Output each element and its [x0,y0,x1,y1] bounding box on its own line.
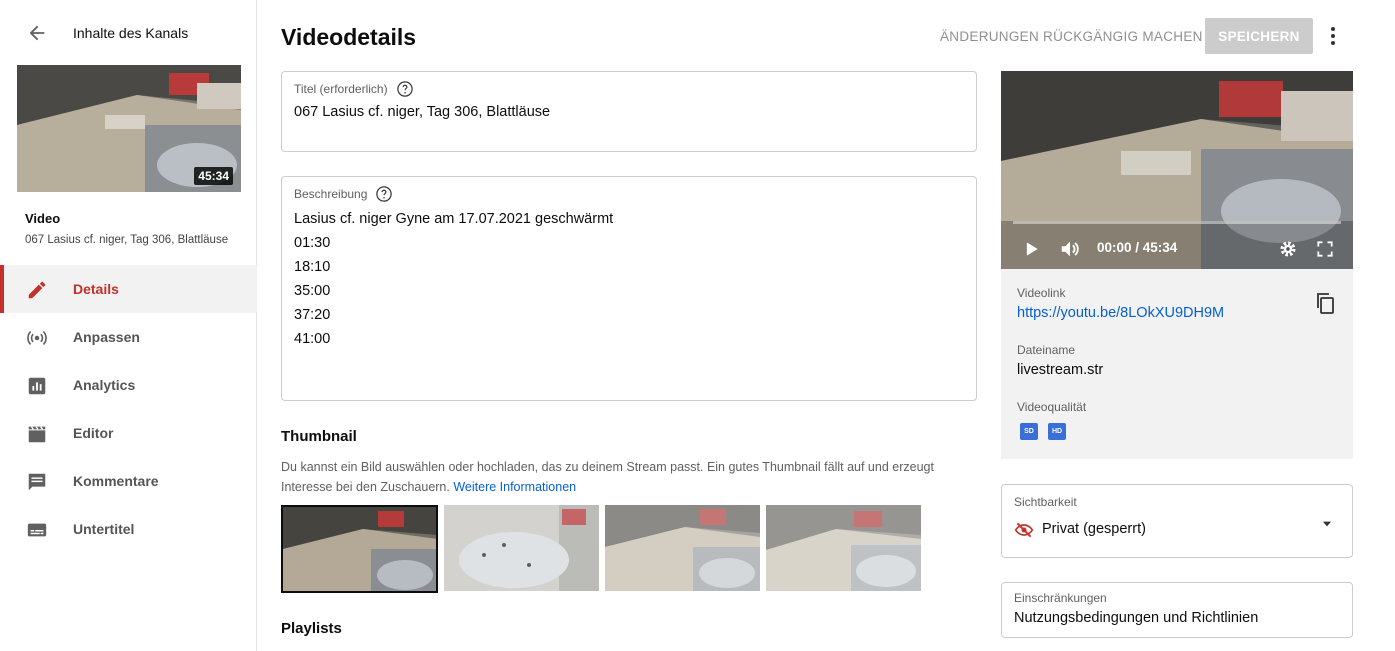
sidebar-nav: Details Anpassen Analytics Editor Kommen… [0,265,257,553]
copy-icon[interactable] [1313,291,1337,315]
sidebar-item-untertitel[interactable]: Untertitel [0,505,257,553]
description-text[interactable]: Lasius cf. niger Gyne am 17.07.2021 gesc… [294,207,613,351]
sidebar: Inhalte des Kanals 45:34 Video 067 Lasiu… [0,0,257,651]
sidebar-item-editor[interactable]: Editor [0,409,257,457]
help-icon[interactable] [375,185,393,203]
description-field[interactable]: Beschreibung Lasius cf. niger Gyne am 17… [281,176,977,401]
quality-label: Videoqualität [1017,400,1087,414]
video-label: Video [25,211,61,226]
comment-icon [28,473,46,491]
title-value[interactable]: 067 Lasius cf. niger, Tag 306, Blattläus… [294,104,550,120]
sidebar-item-anpassen[interactable]: Anpassen [0,313,257,361]
playlists-heading: Playlists [281,620,342,637]
thumbnail-option[interactable] [281,505,438,593]
sd-badge: SD [1020,423,1038,440]
video-link[interactable]: https://youtu.be/8LOkXU9DH9M [1017,305,1224,321]
thumbnail-options [281,505,921,593]
sidebar-item-label: Analytics [73,377,136,393]
restrictions-field[interactable]: Einschränkungen Nutzungsbedingungen und … [1001,582,1353,638]
thumbnail-option[interactable] [444,505,599,592]
more-options-icon[interactable] [1321,24,1345,48]
play-icon[interactable] [1021,239,1041,259]
video-thumbnail[interactable]: 45:34 [17,65,241,192]
sidebar-item-label: Details [73,281,119,297]
thumbnail-image [605,505,760,591]
title-field[interactable]: Titel (erforderlich) 067 Lasius cf. nige… [281,71,977,152]
visibility-label: Sichtbarkeit [1014,495,1077,509]
undo-changes-button[interactable]: ÄNDERUNGEN RÜCKGÄNGIG MACHEN [932,20,1211,52]
sidebar-item-label: Anpassen [73,329,140,345]
fullscreen-icon[interactable] [1315,239,1335,259]
video-title: 067 Lasius cf. niger, Tag 306, Blattläus… [25,234,229,246]
title-field-label: Titel (erforderlich) [294,80,414,98]
description-line: Lasius cf. niger Gyne am 17.07.2021 gesc… [294,211,614,227]
back-arrow-icon[interactable] [26,22,48,44]
sidebar-item-label: Editor [73,425,114,441]
settings-icon[interactable] [1278,239,1298,259]
visibility-select[interactable]: Sichtbarkeit Privat (gesperrt) [1001,484,1353,558]
eye-off-icon [1014,522,1034,538]
restrictions-value: Nutzungsbedingungen und Richtlinien [1014,610,1259,626]
volume-icon[interactable] [1059,238,1081,260]
description-line: 37:20 [294,307,331,323]
title-label-text: Titel (erforderlich) [294,82,388,96]
subtitles-icon [27,523,47,537]
back-label[interactable]: Inhalte des Kanals [73,25,188,41]
thumbnail-image [766,505,921,591]
help-icon[interactable] [396,80,414,98]
thumbnail-image [283,507,436,591]
pencil-icon [28,281,46,299]
description-field-label: Beschreibung [294,185,393,203]
chevron-down-icon [1322,521,1332,527]
description-label-text: Beschreibung [294,187,368,201]
description-line: 41:00 [294,331,331,347]
filename-value: livestream.str [1017,362,1104,378]
video-link-label: Videolink [1017,286,1066,300]
filename-label: Dateiname [1017,343,1076,357]
sidebar-item-analytics[interactable]: Analytics [0,361,257,409]
restrictions-label: Einschränkungen [1014,591,1107,605]
learn-more-link[interactable]: Weitere Informationen [453,480,576,494]
save-button[interactable]: SPEICHERN [1205,18,1313,54]
thumbnail-option[interactable] [766,505,921,592]
video-time: 00:00 / 45:34 [1097,240,1178,255]
bar-chart-icon [28,377,46,395]
thumbnail-option[interactable] [605,505,760,592]
video-progress-bar[interactable] [1013,221,1341,224]
thumbnail-description: Du kannst ein Bild auswählen oder hochla… [281,457,971,497]
description-line: 01:30 [294,235,331,251]
sidebar-item-label: Kommentare [73,473,159,489]
thumbnail-image [444,505,599,591]
visibility-value: Privat (gesperrt) [1042,521,1146,537]
quality-badges: SD HD [1020,423,1066,440]
duration-badge: 45:34 [194,167,233,185]
video-info-box: Videolink https://youtu.be/8LOkXU9DH9M D… [1001,269,1353,459]
sidebar-item-label: Untertitel [73,521,135,537]
clapperboard-icon [28,426,46,443]
hd-badge: HD [1048,423,1066,440]
broadcast-icon [27,331,47,345]
description-line: 35:00 [294,283,331,299]
thumbnail-heading: Thumbnail [281,428,357,445]
page-title: Videodetails [281,24,417,50]
sidebar-item-details[interactable]: Details [0,265,257,313]
sidebar-item-kommentare[interactable]: Kommentare [0,457,257,505]
description-line: 18:10 [294,259,331,275]
thumbnail-description-text: Du kannst ein Bild auswählen oder hochla… [281,460,934,494]
